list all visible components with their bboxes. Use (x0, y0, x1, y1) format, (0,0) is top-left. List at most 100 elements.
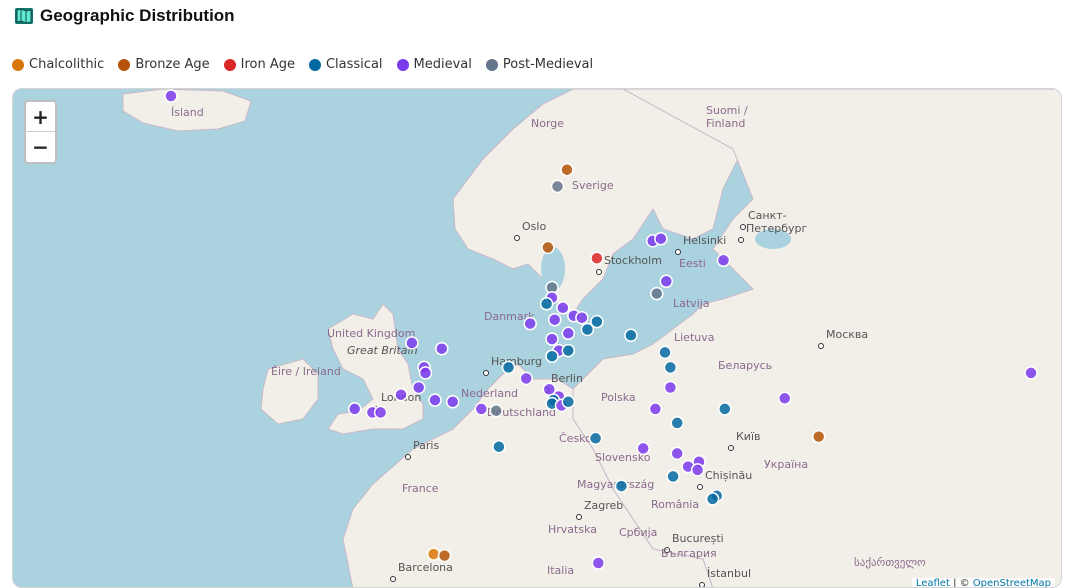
legend-item-classical: Classical (308, 57, 383, 72)
site-marker-medieval[interactable] (659, 274, 674, 289)
site-marker-classical[interactable] (705, 492, 720, 506)
site-marker-post-medieval[interactable] (650, 286, 664, 301)
site-marker-medieval[interactable] (777, 391, 792, 406)
city-marker (390, 576, 396, 582)
site-marker-medieval[interactable] (373, 405, 388, 420)
map-label-city: București (672, 532, 724, 545)
site-marker-medieval[interactable] (394, 387, 408, 402)
zoom-out-button[interactable]: − (26, 132, 55, 162)
site-marker-medieval[interactable] (648, 402, 663, 416)
site-marker-medieval[interactable] (716, 253, 731, 268)
site-marker-medieval[interactable] (347, 402, 362, 416)
map-label-country: Finland (706, 117, 745, 130)
map-label-country: Latvija (673, 297, 710, 310)
map-label-country: Србија (619, 526, 657, 539)
site-marker-medieval[interactable] (575, 310, 589, 325)
map-label-city: Paris (413, 439, 439, 452)
site-marker-medieval[interactable] (523, 316, 537, 331)
site-marker-medieval[interactable] (428, 393, 442, 407)
map-label-country: България (661, 547, 717, 560)
map-label-country: Norge (531, 117, 564, 130)
site-marker-medieval[interactable] (654, 231, 668, 246)
site-marker-classical[interactable] (561, 395, 576, 409)
map-label-city: Hamburg (491, 355, 542, 368)
map-label-country: France (402, 482, 439, 495)
site-marker-classical[interactable] (670, 416, 684, 430)
map-label-country: Italia (547, 564, 574, 577)
legend-swatch (308, 58, 321, 71)
legend-swatch (12, 58, 24, 71)
site-marker-medieval[interactable] (636, 441, 650, 456)
city-marker (818, 343, 824, 349)
site-marker-medieval[interactable] (164, 89, 178, 103)
site-marker-medieval[interactable] (545, 332, 559, 346)
site-marker-classical[interactable] (624, 328, 638, 343)
site-marker-iron-age[interactable] (590, 251, 604, 265)
city-marker (576, 514, 582, 520)
site-marker-classical[interactable] (561, 343, 576, 358)
map-label-city: Петербург (746, 222, 807, 235)
site-marker-medieval[interactable] (663, 380, 678, 395)
site-marker-medieval[interactable] (1024, 366, 1038, 380)
site-marker-classical[interactable] (492, 439, 506, 454)
site-marker-post-medieval[interactable] (489, 403, 503, 418)
site-marker-medieval[interactable] (411, 380, 426, 395)
site-marker-post-medieval[interactable] (550, 179, 565, 194)
site-marker-medieval[interactable] (591, 556, 606, 570)
site-marker-classical[interactable] (545, 349, 559, 363)
city-marker (738, 237, 744, 243)
site-marker-classical[interactable] (580, 322, 595, 337)
map-label-city: Berlin (551, 372, 583, 385)
osm-link[interactable]: OpenStreetMap (973, 578, 1051, 587)
site-marker-classical[interactable] (718, 402, 732, 416)
city-marker (596, 269, 602, 275)
legend-item-medieval: Medieval (396, 57, 472, 72)
site-marker-classical[interactable] (658, 345, 672, 360)
legend-item-bronze-age: Bronze Age (118, 57, 210, 72)
zoom-control: + − (24, 100, 57, 164)
city-marker (699, 582, 705, 587)
site-marker-classical[interactable] (663, 360, 678, 375)
zoom-in-button[interactable]: + (26, 102, 55, 132)
city-marker (740, 224, 746, 230)
site-marker-medieval[interactable] (418, 366, 433, 380)
site-marker-medieval[interactable] (519, 371, 533, 386)
city-marker (405, 454, 411, 460)
site-marker-classical[interactable] (614, 479, 629, 493)
site-marker-medieval[interactable] (405, 336, 419, 350)
site-marker-medieval[interactable] (690, 463, 705, 477)
map-attribution: Leaflet | © OpenStreetMap (911, 578, 1055, 587)
site-marker-medieval[interactable] (556, 301, 570, 315)
site-marker-bronze-age[interactable] (560, 162, 574, 177)
site-marker-classical[interactable] (588, 431, 603, 446)
site-marker-bronze-age[interactable] (811, 429, 826, 444)
legend-label: Classical (325, 57, 383, 72)
map-label-city: Київ (736, 430, 761, 443)
legend-label: Post-Medieval (502, 57, 594, 72)
site-marker-medieval[interactable] (435, 341, 449, 356)
site-marker-medieval[interactable] (547, 312, 562, 327)
site-marker-medieval[interactable] (445, 395, 460, 409)
site-marker-medieval[interactable] (474, 402, 489, 416)
map-canvas[interactable]: Ísland Norge Suomi /Finland Sverige Oslo Stoc… (13, 89, 1062, 588)
site-marker-bronze-age[interactable] (437, 548, 452, 563)
site-marker-chalcolithic[interactable] (426, 547, 441, 561)
site-marker-classical[interactable] (501, 360, 516, 375)
city-marker (697, 484, 703, 490)
map-view[interactable]: Ísland Norge Suomi / Finland Sverige Oslo Stoc… (12, 88, 1062, 588)
site-marker-bronze-age[interactable] (541, 240, 555, 255)
map-label-country: Eesti (679, 257, 706, 270)
map-label-country: Sverige (572, 179, 614, 192)
legend-item-chalcolithic: Chalcolithic (12, 57, 104, 72)
map-label-country: Éire / Ireland (271, 365, 341, 378)
city-marker (483, 370, 489, 376)
map-icon (15, 8, 33, 24)
leaflet-link[interactable]: Leaflet (916, 578, 950, 587)
legend: Chalcolithic Bronze Age Iron Age Classic… (12, 57, 593, 72)
map-label-city: İstanbul (707, 567, 751, 580)
site-marker-medieval[interactable] (561, 326, 576, 341)
map-label-city: Stockholm (604, 254, 662, 267)
site-marker-medieval[interactable] (670, 446, 684, 461)
site-marker-classical[interactable] (539, 297, 554, 311)
site-marker-classical[interactable] (666, 469, 680, 484)
